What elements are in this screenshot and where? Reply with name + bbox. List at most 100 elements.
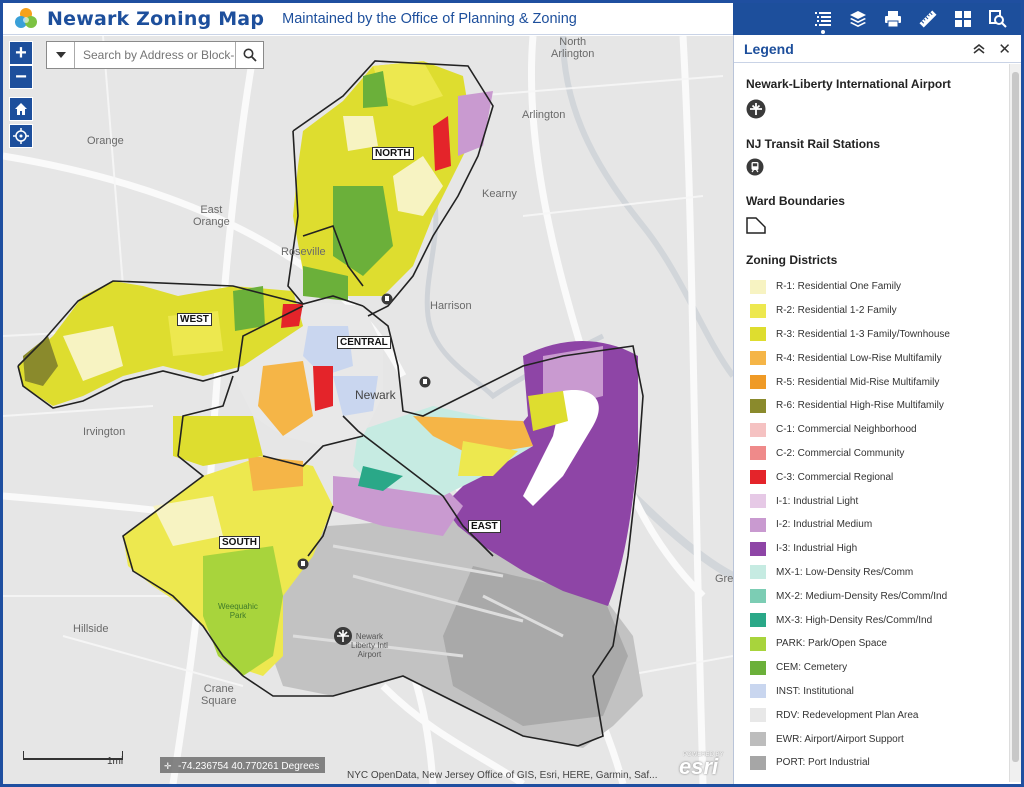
- legend-swatch: [750, 494, 766, 509]
- basemap-gallery-icon[interactable]: [945, 3, 980, 35]
- park-label-weequahic: Weequahic Park: [218, 602, 258, 620]
- search-input[interactable]: [75, 42, 235, 68]
- legend-zoning-row: MX-1: Low-Density Res/Comm: [746, 561, 1006, 585]
- coordinate-readout: ✛ -74.236754 40.770261 Degrees: [160, 757, 326, 773]
- legend-zoning-row: R-2: Residential 1-2 Family: [746, 299, 1006, 323]
- legend-layer-zoning: Zoning Districts: [746, 253, 838, 267]
- app-subtitle: Maintained by the Office of Planning & Z…: [282, 10, 577, 27]
- legend-zoning-label: RDV: Redevelopment Plan Area: [776, 709, 919, 721]
- legend-swatch: [750, 708, 766, 723]
- legend-zoning-label: C-3: Commercial Regional: [776, 471, 894, 483]
- ward-label-north: NORTH: [372, 147, 414, 160]
- legend-swatch: [750, 517, 766, 532]
- basemap-and-zoning: [3, 36, 733, 784]
- legend-zoning-row: I-3: Industrial High: [746, 537, 1006, 561]
- place-label-roseville: Roseville: [281, 246, 326, 258]
- ward-label-east: EAST: [468, 520, 501, 533]
- legend-zoning-label: PARK: Park/Open Space: [776, 638, 887, 650]
- legend-layer-wards: Ward Boundaries: [746, 194, 845, 208]
- legend-zoning-label: INST: Institutional: [776, 685, 854, 697]
- legend-zoning-row: MX-3: High-Density Res/Comm/Ind: [746, 608, 1006, 632]
- legend-zoning-label: I-1: Industrial Light: [776, 495, 859, 507]
- legend-zoning-row: R-6: Residential High-Rise Multifamily: [746, 394, 1006, 418]
- legend-swatch: [750, 398, 766, 413]
- legend-zoning-row: MX-2: Medium-Density Res/Comm/Ind: [746, 584, 1006, 608]
- legend-zoning-row: EWR: Airport/Airport Support: [746, 727, 1006, 751]
- app-title: Newark Zoning Map: [47, 7, 265, 30]
- legend-zoning-label: C-2: Commercial Community: [776, 447, 905, 459]
- ward-boundary-icon: [746, 216, 1006, 239]
- widget-toolbar: [733, 3, 1021, 35]
- app-header: Newark Zoning Map Maintained by the Offi…: [3, 3, 733, 35]
- home-button[interactable]: [9, 97, 33, 121]
- legend-swatch: [750, 755, 766, 770]
- legend-layer-rail: NJ Transit Rail Stations: [746, 137, 881, 151]
- rail-station-icon: [746, 158, 1006, 181]
- legend-zoning-row: I-2: Industrial Medium: [746, 513, 1006, 537]
- legend-zoning-label: R-5: Residential Mid-Rise Multifamily: [776, 376, 940, 388]
- legend-swatch: [750, 684, 766, 699]
- legend-zoning-row: R-4: Residential Low-Rise Multifamily: [746, 346, 1006, 370]
- collapse-icon[interactable]: [971, 41, 987, 57]
- legend-layer-airport: Newark-Liberty International Airport: [746, 77, 951, 91]
- legend-zoning-label: R-6: Residential High-Rise Multifamily: [776, 400, 944, 412]
- legend-zoning-label: MX-2: Medium-Density Res/Comm/Ind: [776, 590, 948, 602]
- legend-zoning-label: R-4: Residential Low-Rise Multifamily: [776, 352, 942, 364]
- legend-swatch: [750, 351, 766, 366]
- legend-zoning-row: R-3: Residential 1-3 Family/Townhouse: [746, 323, 1006, 347]
- map-attribution[interactable]: NYC OpenData, New Jersey Office of GIS, …: [347, 770, 657, 781]
- legend-swatch: [750, 589, 766, 604]
- app-logo-icon: [13, 6, 39, 32]
- scrollbar-thumb[interactable]: [1012, 72, 1019, 762]
- legend-swatch: [750, 636, 766, 651]
- legend-swatch: [750, 613, 766, 628]
- map-view[interactable]: North Arlington Arlington Orange Kearny …: [3, 36, 733, 784]
- legend-zoning-row: I-1: Industrial Light: [746, 489, 1006, 513]
- place-text: North Arlington: [551, 36, 595, 60]
- legend-zoning-label: MX-3: High-Density Res/Comm/Ind: [776, 614, 933, 626]
- zoom-in-button[interactable]: +: [9, 41, 33, 65]
- place-label-orange: Orange: [87, 135, 124, 147]
- ward-label-south: SOUTH: [219, 536, 260, 549]
- zoom-controls: + −: [9, 41, 33, 148]
- layers-icon[interactable]: [840, 3, 875, 35]
- legend-zoning-label: I-3: Industrial High: [776, 543, 858, 555]
- legend-zoning-label: C-1: Commercial Neighborhood: [776, 424, 917, 436]
- legend-body: Newark-Liberty International Airport NJ …: [734, 64, 1006, 782]
- legend-list-icon[interactable]: [805, 3, 840, 35]
- address-search: [46, 41, 264, 69]
- coordinate-text: -74.236754 40.770261 Degrees: [178, 760, 320, 772]
- query-search-icon[interactable]: [980, 3, 1015, 35]
- place-label-east-orange: East Orange: [193, 204, 230, 228]
- search-button[interactable]: [235, 42, 263, 68]
- airport-label: Newark Liberty Intl Airport: [351, 632, 388, 659]
- close-icon[interactable]: ✕: [998, 40, 1011, 58]
- legend-zoning-label: I-2: Industrial Medium: [776, 519, 873, 531]
- legend-swatch: [750, 470, 766, 485]
- chevron-down-icon: [55, 52, 66, 58]
- legend-zoning-label: R-1: Residential One Family: [776, 281, 902, 293]
- legend-zoning-row: C-2: Commercial Community: [746, 442, 1006, 466]
- legend-swatch: [750, 565, 766, 580]
- legend-panel: Legend ✕ Newark-Liberty International Ai…: [733, 35, 1021, 784]
- zoom-out-button[interactable]: −: [9, 65, 33, 89]
- city-label-newark: Newark: [355, 388, 396, 402]
- legend-swatch: [750, 303, 766, 318]
- place-label-north-arlington: North Arlington: [551, 36, 594, 60]
- legend-swatch: [750, 541, 766, 556]
- esri-logo: esri: [679, 754, 719, 779]
- legend-zoning-label: R-3: Residential 1-3 Family/Townhouse: [776, 328, 950, 340]
- legend-zoning-row: CEM: Cemetery: [746, 656, 1006, 680]
- app-frame: Newark Zoning Map Maintained by the Offi…: [3, 3, 1021, 784]
- locate-button[interactable]: [9, 124, 33, 148]
- zoning-legend-list: R-1: Residential One Family R-2: Resident…: [746, 275, 1006, 775]
- ward-label-central: CENTRAL: [337, 336, 391, 349]
- place-label-arlington: Arlington: [522, 109, 566, 121]
- search-icon: [243, 48, 257, 62]
- locate-crosshair-icon: [13, 128, 29, 144]
- legend-swatch: [750, 446, 766, 461]
- legend-scrollbar[interactable]: [1009, 64, 1021, 782]
- measure-ruler-icon[interactable]: [910, 3, 945, 35]
- print-icon[interactable]: [875, 3, 910, 35]
- search-source-dropdown[interactable]: [47, 42, 75, 68]
